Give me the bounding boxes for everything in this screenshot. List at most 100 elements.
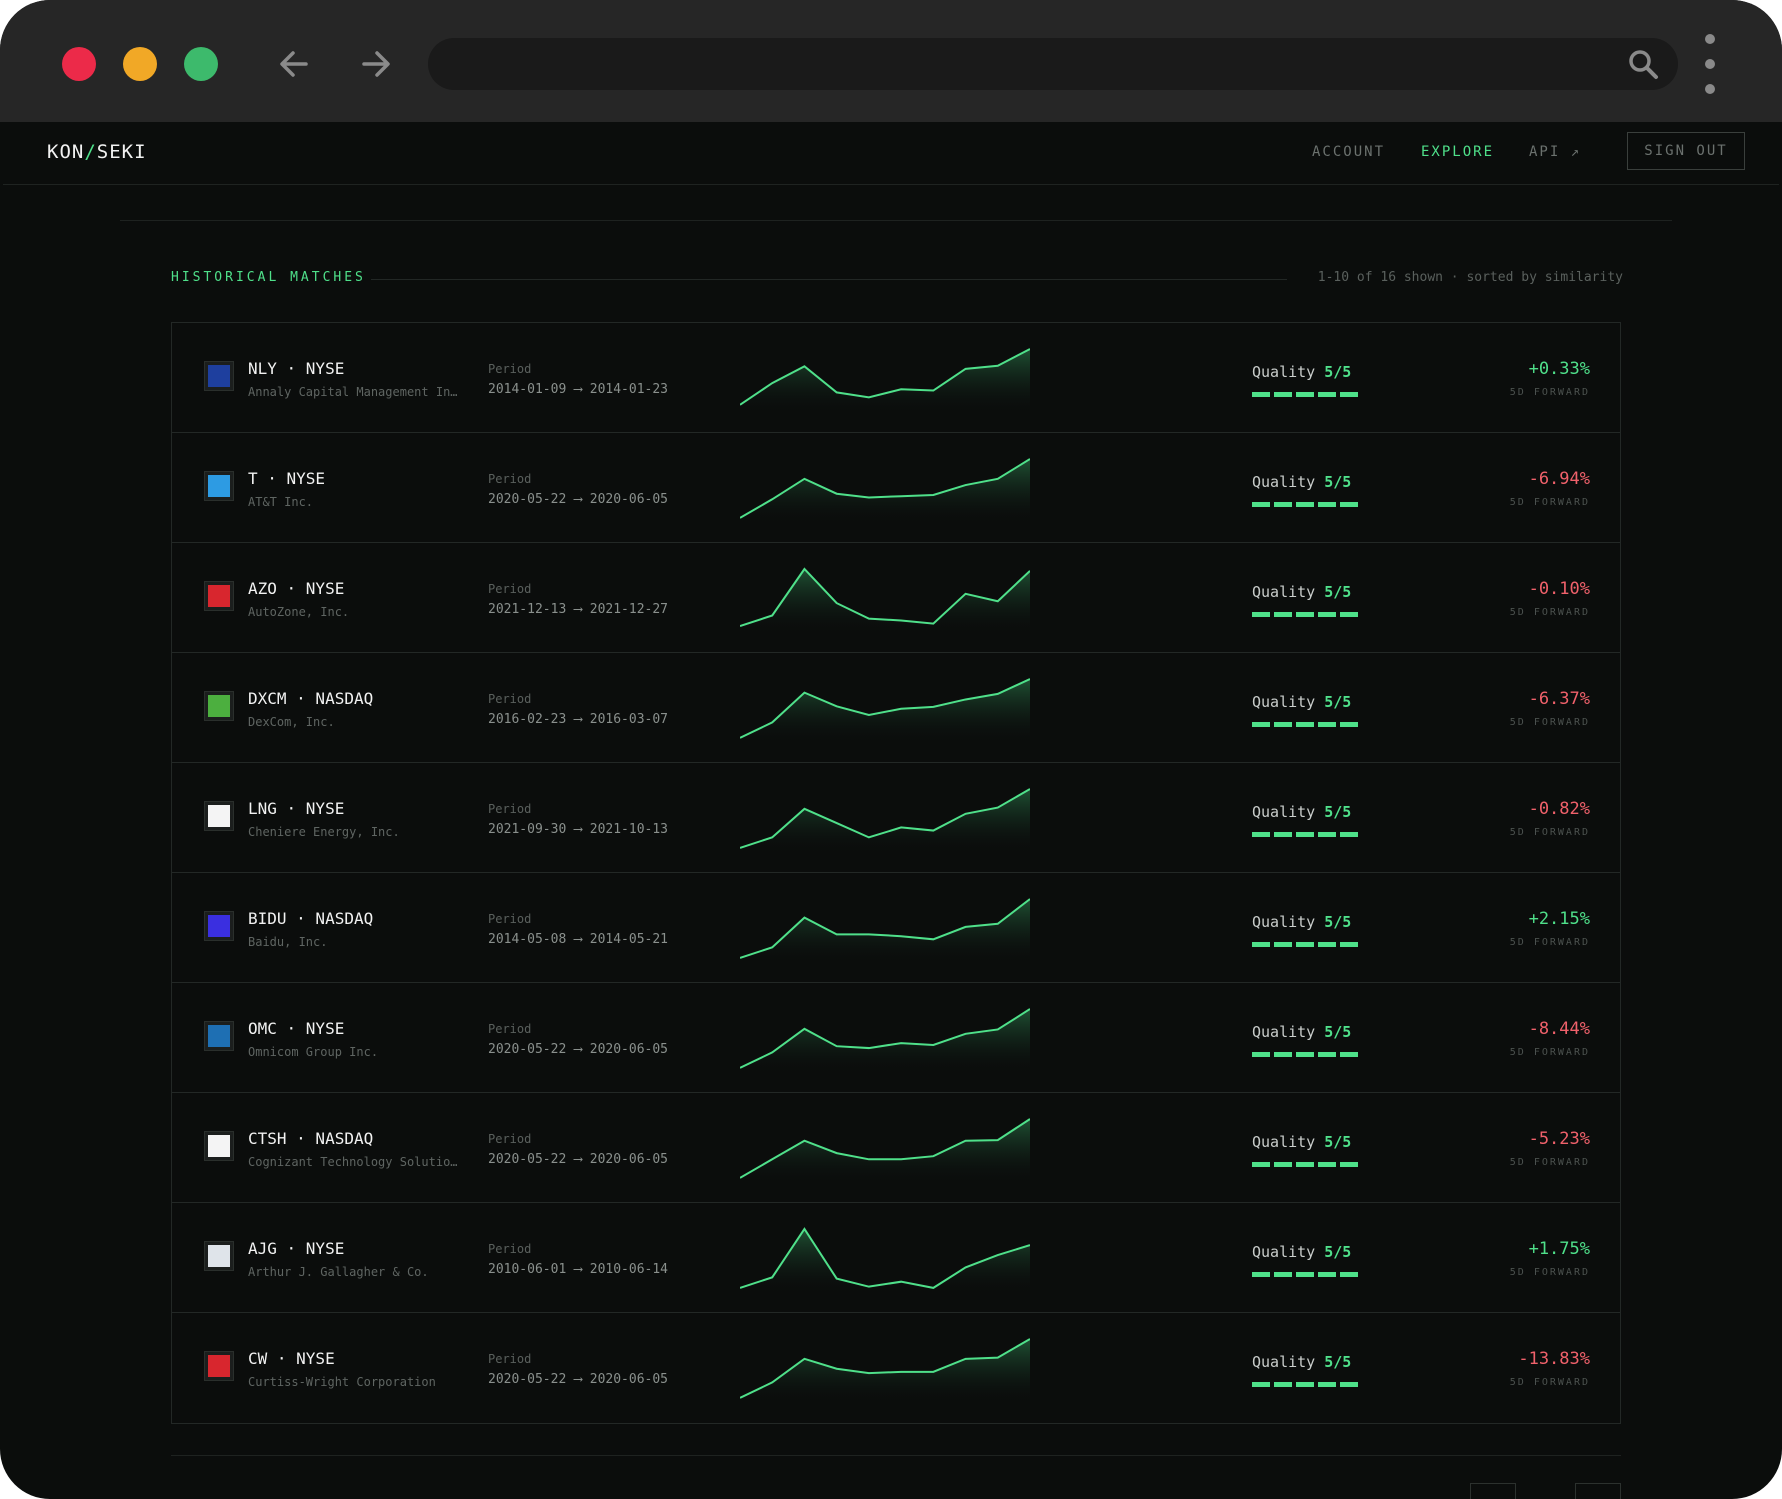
company-name: Annaly Capital Management In… (248, 385, 458, 399)
ticker-exchange[interactable]: AJG · NYSE (248, 1239, 344, 1258)
match-row[interactable]: CW · NYSE Curtiss-Wright Corporation Perio… (172, 1313, 1620, 1423)
sparkline-chart (740, 1227, 1030, 1295)
quality-meter (1252, 722, 1360, 728)
pagination-prev-button[interactable] (1470, 1483, 1516, 1499)
quality-bar (1252, 1052, 1270, 1057)
company-logo (204, 361, 234, 391)
nav-account[interactable]: ACCOUNT (1312, 144, 1385, 160)
logo-right: SEKI (96, 141, 147, 163)
period-range: 2020-05-22 ⟶ 2020-06-05 (488, 492, 669, 507)
quality-bar (1318, 1162, 1336, 1167)
ticker-exchange[interactable]: CTSH · NASDAQ (248, 1129, 373, 1148)
quality-meter (1252, 942, 1360, 948)
forward-return: -0.10% (1528, 579, 1590, 599)
quality-bar (1296, 832, 1314, 837)
quality-bar (1296, 392, 1314, 397)
nav-api[interactable]: API ↗ (1529, 144, 1581, 160)
match-row[interactable]: LNG · NYSE Cheniere Energy, Inc. Period 202… (172, 763, 1620, 873)
quality-bar (1340, 722, 1358, 727)
quality-value: 5/5 (1324, 803, 1352, 821)
quality-bar (1318, 1382, 1336, 1387)
company-name: AutoZone, Inc. (248, 605, 350, 619)
company-name: Arthur J. Gallagher & Co. (248, 1265, 429, 1279)
brand-logo[interactable]: KON/SEKI (47, 141, 147, 163)
quality-bar (1296, 1272, 1314, 1277)
company-logo (204, 1351, 234, 1381)
forward-return: -6.37% (1528, 689, 1590, 709)
quality-bar (1340, 832, 1358, 837)
quality-meter (1252, 1272, 1360, 1278)
address-bar[interactable] (428, 38, 1678, 90)
ticker-exchange[interactable]: BIDU · NASDAQ (248, 909, 373, 928)
quality-meter (1252, 392, 1360, 398)
quality-bar (1274, 1382, 1292, 1387)
match-row[interactable]: AZO · NYSE AutoZone, Inc. Period 2021-12-13… (172, 543, 1620, 653)
forward-return: +0.33% (1528, 359, 1590, 379)
section-title: HISTORICAL MATCHES (171, 270, 366, 285)
company-logo (204, 691, 234, 721)
ticker-exchange[interactable]: DXCM · NASDAQ (248, 689, 373, 708)
quality-score: Quality 5/5 (1252, 583, 1351, 601)
ticker-exchange[interactable]: OMC · NYSE (248, 1019, 344, 1038)
match-row[interactable]: NLY · NYSE Annaly Capital Management In… P… (172, 323, 1620, 433)
forward-return-label: 5D FORWARD (1509, 497, 1590, 508)
sparkline-area (740, 349, 1030, 415)
quality-label: Quality (1252, 1023, 1316, 1041)
quality-bar (1318, 612, 1336, 617)
kebab-menu-icon[interactable] (1702, 34, 1718, 94)
quality-bar (1318, 832, 1336, 837)
company-logo-mark (208, 1355, 230, 1377)
quality-bar (1296, 1382, 1314, 1387)
quality-score: Quality 5/5 (1252, 803, 1351, 821)
quality-meter (1252, 612, 1360, 618)
match-row[interactable]: T · NYSE AT&T Inc. Period 2020-05-22 ⟶ 2020… (172, 433, 1620, 543)
close-window-button[interactable] (62, 47, 96, 81)
forward-return: -8.44% (1528, 1019, 1590, 1039)
company-logo-mark (208, 1025, 230, 1047)
quality-meter (1252, 1162, 1360, 1168)
sign-out-button[interactable]: SIGN OUT (1627, 132, 1745, 170)
arrow-left-icon[interactable] (274, 44, 314, 84)
maximize-window-button[interactable] (184, 47, 218, 81)
quality-bar (1340, 1052, 1358, 1057)
search-icon[interactable] (1626, 47, 1660, 81)
ticker-exchange[interactable]: LNG · NYSE (248, 799, 344, 818)
quality-value: 5/5 (1324, 363, 1352, 381)
match-row[interactable]: BIDU · NASDAQ Baidu, Inc. Period 2014-05-08… (172, 873, 1620, 983)
company-name: Cognizant Technology Solutio… (248, 1155, 458, 1169)
quality-bar (1340, 502, 1358, 507)
quality-bar (1296, 1162, 1314, 1167)
quality-meter (1252, 832, 1360, 838)
quality-bar (1296, 502, 1314, 507)
match-row[interactable]: DXCM · NASDAQ DexCom, Inc. Period 2016-02-2… (172, 653, 1620, 763)
company-name: AT&T Inc. (248, 495, 314, 509)
quality-value: 5/5 (1324, 583, 1352, 601)
match-row[interactable]: AJG · NYSE Arthur J. Gallagher & Co. Perio… (172, 1203, 1620, 1313)
browser-window: KON/SEKI ACCOUNT EXPLORE API ↗ SIGN OUT … (0, 0, 1782, 1499)
ticker-exchange[interactable]: NLY · NYSE (248, 359, 344, 378)
minimize-window-button[interactable] (123, 47, 157, 81)
sparkline-chart (740, 567, 1030, 635)
period-range: 2016-02-23 ⟶ 2016-03-07 (488, 712, 669, 727)
forward-return-label: 5D FORWARD (1509, 1157, 1590, 1168)
match-row[interactable]: OMC · NYSE Omnicom Group Inc. Period 2020-0… (172, 983, 1620, 1093)
period-range: 2010-06-01 ⟶ 2010-06-14 (488, 1262, 669, 1277)
quality-bar (1274, 392, 1292, 397)
sparkline-area (740, 569, 1030, 635)
ticker-exchange[interactable]: T · NYSE (248, 469, 325, 488)
match-row[interactable]: CTSH · NASDAQ Cognizant Technology Soluti… (172, 1093, 1620, 1203)
quality-bar (1274, 612, 1292, 617)
period-label: Period (488, 472, 532, 486)
arrow-right-icon[interactable] (356, 44, 396, 84)
pagination-next-button[interactable] (1575, 1483, 1621, 1499)
quality-bar (1274, 1272, 1292, 1277)
sparkline-chart (740, 898, 1030, 965)
ticker-exchange[interactable]: AZO · NYSE (248, 579, 344, 598)
nav-explore[interactable]: EXPLORE (1421, 144, 1494, 160)
period-range: 2014-05-08 ⟶ 2014-05-21 (488, 932, 669, 947)
forward-return-label: 5D FORWARD (1509, 1047, 1590, 1058)
ticker-exchange[interactable]: CW · NYSE (248, 1349, 335, 1368)
quality-score: Quality 5/5 (1252, 363, 1351, 381)
quality-bar (1274, 942, 1292, 947)
company-logo (204, 801, 234, 831)
